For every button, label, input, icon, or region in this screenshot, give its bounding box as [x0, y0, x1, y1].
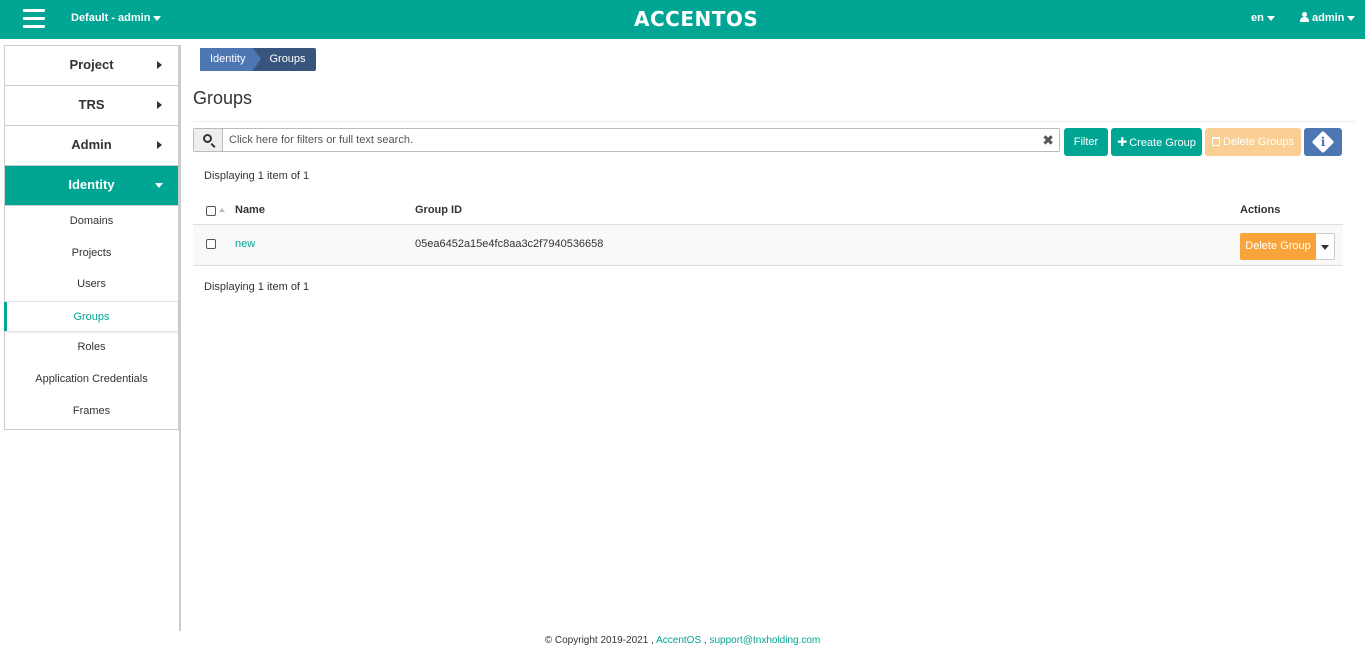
- sidebar-panel: Project TRS Admin Identity Domains Proje…: [4, 45, 179, 431]
- column-header-actions: Actions: [1240, 204, 1281, 216]
- create-group-button[interactable]: ✚ Create Group: [1111, 128, 1202, 156]
- top-navbar: Default - admin ACCENTOS en admin: [0, 0, 1365, 39]
- chevron-right-icon: [157, 61, 162, 69]
- table-header: Name Group ID Actions: [193, 196, 1343, 225]
- delete-groups-button[interactable]: Delete Groups: [1205, 128, 1301, 156]
- breadcrumb-identity[interactable]: Identity: [200, 48, 263, 71]
- caret-down-icon: [153, 15, 162, 21]
- groups-table: Name Group ID Actions new 05ea6452a15e4f…: [193, 196, 1343, 266]
- column-header-group-id[interactable]: Group ID: [415, 204, 462, 216]
- search-addon: [194, 129, 223, 151]
- caret-down-icon: [1321, 245, 1329, 250]
- search-input[interactable]: [224, 129, 1034, 151]
- create-group-label: Create Group: [1129, 137, 1196, 149]
- user-label: admin: [1312, 12, 1345, 24]
- sidebar-section-label: TRS: [78, 97, 105, 112]
- group-id-value: 05ea6452a15e4fc8aa3c2f7940536658: [415, 238, 604, 250]
- caret-down-icon: [1266, 15, 1275, 21]
- sidebar-item-users[interactable]: Users: [5, 269, 178, 301]
- sidebar-item-groups[interactable]: Groups: [4, 300, 178, 333]
- user-menu-dropdown[interactable]: admin: [1300, 12, 1356, 24]
- language-label: en: [1251, 12, 1264, 24]
- sidebar-section-admin[interactable]: Admin: [5, 126, 178, 166]
- accentos-link[interactable]: AccentOS: [656, 635, 701, 646]
- breadcrumb: Identity Groups: [200, 48, 316, 71]
- info-button[interactable]: i: [1304, 128, 1342, 156]
- trash-icon: [1212, 137, 1221, 146]
- sidebar-section-label: Project: [69, 57, 114, 72]
- caret-down-icon: [1347, 15, 1356, 21]
- info-icon: i: [1320, 135, 1326, 149]
- row-checkbox[interactable]: [206, 239, 216, 249]
- select-all-checkbox[interactable]: [206, 206, 216, 216]
- sidebar: Project TRS Admin Identity Domains Proje…: [4, 45, 181, 631]
- items-count-bottom: Displaying 1 item of 1: [204, 281, 310, 293]
- breadcrumb-groups[interactable]: Groups: [253, 48, 316, 71]
- items-count-top: Displaying 1 item of 1: [204, 170, 310, 182]
- sidebar-item-application-credentials[interactable]: Application Credentials: [5, 364, 178, 396]
- sidebar-section-label: Identity: [68, 177, 115, 192]
- group-name-link[interactable]: new: [235, 238, 255, 250]
- clear-icon[interactable]: ✖: [1042, 132, 1054, 148]
- copyright-text: © Copyright 2019-2021 ,: [544, 635, 654, 646]
- plus-icon: ✚: [1117, 135, 1128, 149]
- column-header-name[interactable]: Name: [235, 204, 265, 216]
- delete-groups-label: Delete Groups: [1223, 136, 1294, 148]
- title-divider: [193, 121, 1355, 122]
- row-actions-dropdown[interactable]: [1316, 233, 1335, 260]
- footer-separator: ,: [703, 635, 707, 646]
- support-email-link[interactable]: support@tnxholding.com: [709, 635, 820, 646]
- accentos-logo: ACCENTOS: [634, 7, 759, 31]
- language-dropdown[interactable]: en: [1251, 12, 1275, 24]
- sidebar-item-domains[interactable]: Domains: [5, 206, 178, 238]
- filter-button[interactable]: Filter: [1064, 128, 1108, 156]
- chevron-down-icon: [155, 183, 163, 188]
- sidebar-section-identity[interactable]: Identity: [5, 166, 178, 206]
- identity-submenu: Domains Projects Users Groups Roles Appl…: [4, 206, 178, 429]
- sidebar-item-frames[interactable]: Frames: [5, 396, 178, 428]
- page-title: Groups: [193, 88, 253, 108]
- sidebar-section-project[interactable]: Project: [5, 46, 178, 86]
- user-icon: [1300, 12, 1309, 22]
- search-bar: ✖: [193, 128, 1060, 152]
- project-selector-label: Default - admin: [71, 12, 151, 24]
- sort-up-icon[interactable]: [219, 208, 225, 212]
- sidebar-item-roles[interactable]: Roles: [5, 332, 178, 364]
- table-row: new 05ea6452a15e4fc8aa3c2f7940536658 Del…: [193, 225, 1343, 266]
- chevron-right-icon: [157, 101, 162, 109]
- chevron-right-icon: [157, 141, 162, 149]
- sidebar-item-projects[interactable]: Projects: [5, 238, 178, 270]
- footer: © Copyright 2019-2021 , AccentOS , suppo…: [0, 635, 1365, 646]
- hamburger-menu-icon[interactable]: [23, 9, 45, 29]
- project-selector-dropdown[interactable]: Default - admin: [71, 12, 162, 24]
- sidebar-section-trs[interactable]: TRS: [5, 86, 178, 126]
- search-icon: [203, 134, 212, 143]
- delete-group-button[interactable]: Delete Group: [1240, 233, 1316, 260]
- sidebar-section-label: Admin: [71, 137, 112, 152]
